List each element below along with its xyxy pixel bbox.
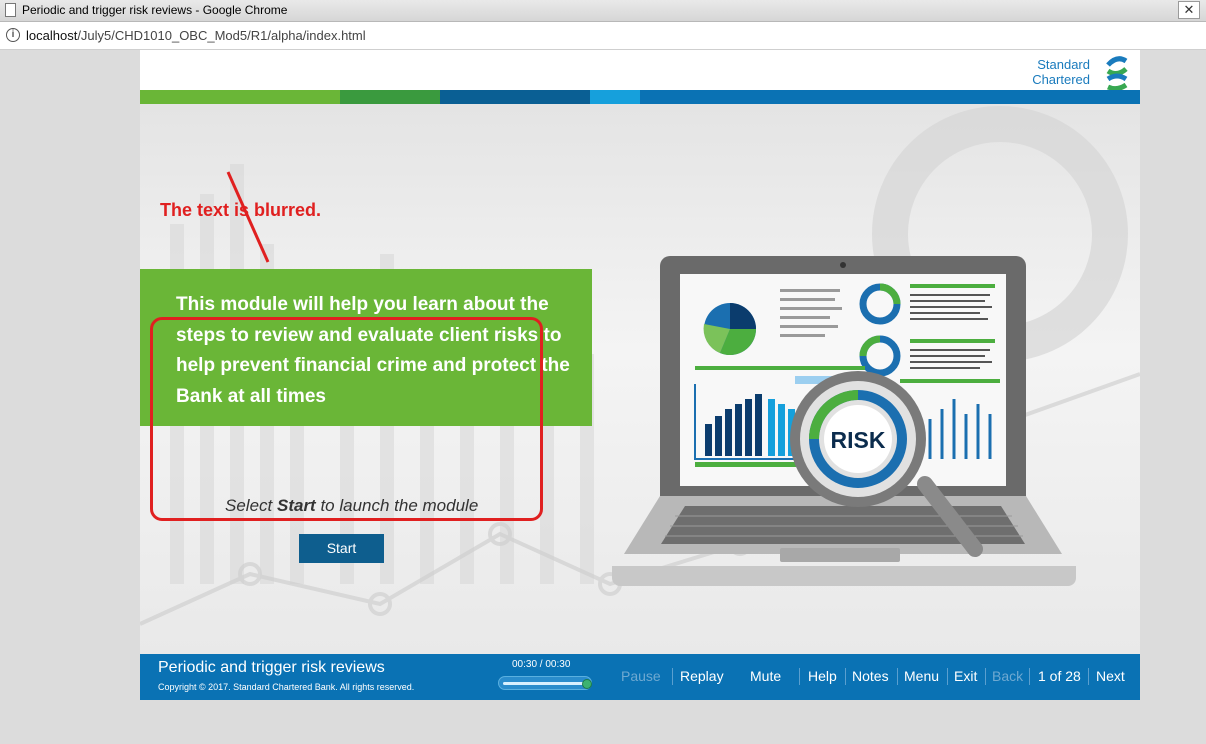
replay-button[interactable]: Replay	[680, 668, 724, 684]
page-icon	[5, 3, 16, 17]
separator	[1029, 668, 1030, 685]
risk-label: RISK	[831, 427, 886, 453]
next-button[interactable]: Next	[1096, 668, 1125, 684]
slide-content: This module will help you learn about th…	[140, 104, 1140, 654]
start-button[interactable]: Start	[299, 534, 384, 563]
page-counter: 1 of 28	[1038, 668, 1081, 684]
mute-button[interactable]: Mute	[750, 668, 781, 684]
progress-fill	[503, 682, 589, 685]
url-text[interactable]: localhost/July5/CHD1010_OBC_Mod5/R1/alph…	[26, 28, 366, 43]
window-title: Periodic and trigger risk reviews - Goog…	[22, 3, 288, 17]
info-icon[interactable]: i	[6, 28, 20, 42]
separator	[799, 668, 800, 685]
annotation-arrow	[226, 171, 270, 263]
separator	[1088, 668, 1089, 685]
laptop-risk-illustration: RISK	[612, 256, 1076, 586]
exit-button[interactable]: Exit	[954, 668, 977, 684]
separator	[947, 668, 948, 685]
url-path: /July5/CHD1010_OBC_Mod5/R1/alpha/index.h…	[77, 28, 366, 43]
progress-slider[interactable]	[498, 676, 592, 690]
brand-stripe-4	[590, 90, 640, 104]
brand-stripe-3	[440, 90, 590, 104]
timecode: 00:30 / 00:30	[512, 659, 571, 670]
separator	[672, 668, 673, 685]
course-header: Standard Chartered	[140, 50, 1140, 91]
close-window-button[interactable]: ✕	[1178, 1, 1200, 19]
help-button[interactable]: Help	[808, 668, 837, 684]
separator	[897, 668, 898, 685]
brand-stripe-5	[640, 90, 1140, 104]
browser-title-bar: Periodic and trigger risk reviews - Goog…	[0, 0, 1206, 22]
brand-stripe-1	[140, 90, 340, 104]
course-title: Periodic and trigger risk reviews	[158, 659, 385, 676]
course-footer: Periodic and trigger risk reviews Copyri…	[140, 654, 1140, 700]
separator	[985, 668, 986, 685]
notes-button[interactable]: Notes	[852, 668, 889, 684]
pause-button[interactable]: Pause	[621, 668, 661, 684]
logo-text: Standard Chartered	[1032, 57, 1090, 87]
progress-knob[interactable]	[582, 679, 592, 689]
back-button[interactable]: Back	[992, 668, 1023, 684]
menu-button[interactable]: Menu	[904, 668, 939, 684]
annotation-highlight-box	[150, 317, 543, 521]
brand-stripe-2	[340, 90, 440, 104]
course-stage: Standard Chartered This module will help…	[140, 50, 1140, 700]
separator	[845, 668, 846, 685]
url-host: localhost	[26, 28, 78, 43]
address-bar[interactable]: i localhost/July5/CHD1010_OBC_Mod5/R1/al…	[0, 22, 1206, 50]
copyright-text: Copyright © 2017. Standard Chartered Ban…	[158, 682, 415, 692]
logo-mark-icon	[1106, 56, 1128, 91]
